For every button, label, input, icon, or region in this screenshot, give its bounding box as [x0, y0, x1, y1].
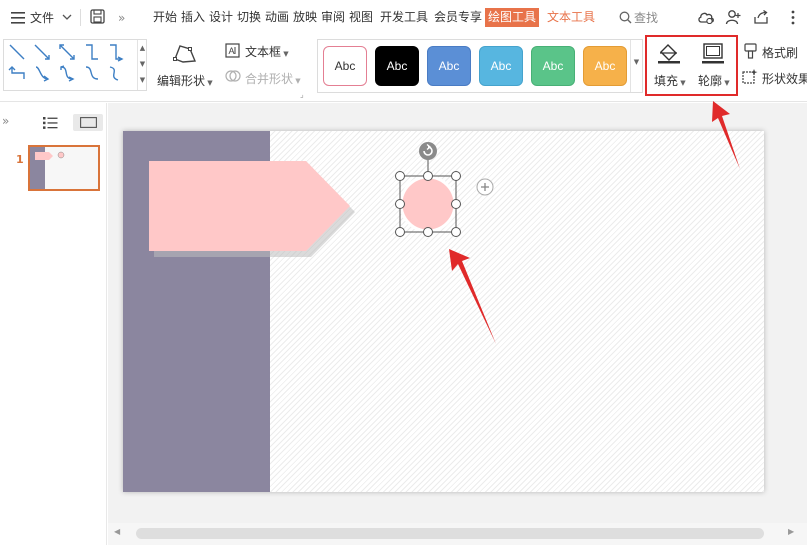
quick-add-plus-icon[interactable]: [476, 178, 494, 196]
scroll-right-icon[interactable]: ▶: [788, 527, 794, 536]
horizontal-scrollbar[interactable]: ◀ ▶: [108, 523, 807, 545]
rotate-handle-icon[interactable]: [419, 142, 437, 160]
selected-circle-shape[interactable]: [399, 175, 457, 233]
scrollbar-thumb[interactable]: [136, 528, 764, 539]
annotation-arrow-to-ribbon: [712, 101, 740, 169]
slide-shapes-layer: [149, 101, 740, 344]
annotation-arrow-to-circle: [449, 249, 496, 344]
scroll-left-icon[interactable]: ◀: [114, 527, 120, 536]
